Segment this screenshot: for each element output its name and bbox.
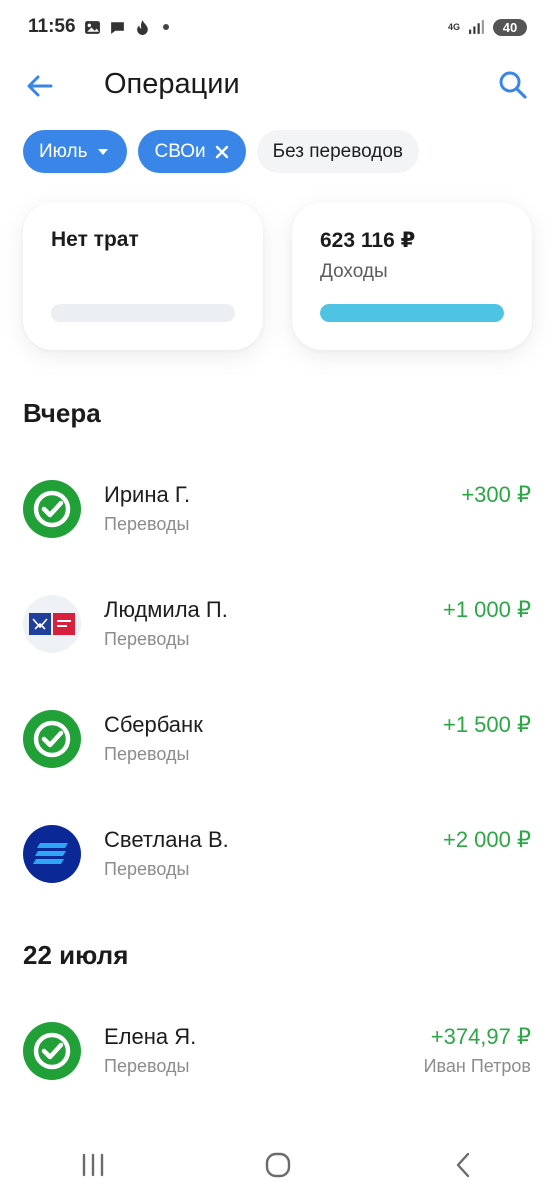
flame-icon bbox=[136, 19, 148, 35]
transaction-amount: +2 000 ₽ bbox=[442, 827, 531, 852]
home-button[interactable] bbox=[254, 1141, 302, 1189]
summary-cards: Нет трат 623 116 ₽ Доходы bbox=[23, 202, 532, 350]
pochta-bank-icon bbox=[23, 595, 81, 653]
transaction-amount: +374,97 ₽ bbox=[430, 1024, 531, 1049]
status-right: 4G 40 bbox=[447, 18, 527, 36]
transaction-name: Светлана В. bbox=[104, 827, 229, 852]
transaction-amount: +300 ₽ bbox=[461, 482, 531, 507]
income-progress-fill bbox=[320, 304, 504, 322]
tag-filter-label: СВОи bbox=[154, 140, 206, 162]
spend-progress-bar bbox=[51, 304, 235, 322]
month-filter-chip[interactable]: Июль bbox=[23, 130, 128, 173]
header: Операции bbox=[0, 56, 555, 116]
transaction-row[interactable]: Сбербанк Переводы +1 500 ₽ bbox=[0, 692, 555, 784]
transaction-category: Переводы bbox=[104, 859, 190, 879]
recent-apps-button[interactable] bbox=[69, 1141, 117, 1189]
network-label: 4G bbox=[447, 21, 460, 32]
transaction-name: Людмила П. bbox=[104, 597, 228, 622]
section-heading: 22 июля bbox=[23, 940, 129, 970]
spend-card-title: Нет трат bbox=[51, 228, 139, 251]
transaction-name: Елена Я. bbox=[104, 1024, 197, 1049]
transaction-category: Переводы bbox=[104, 629, 190, 649]
sber-icon bbox=[23, 710, 81, 768]
income-card[interactable]: 623 116 ₽ Доходы bbox=[292, 202, 532, 350]
transaction-row[interactable]: Светлана В. Переводы +2 000 ₽ bbox=[0, 807, 555, 899]
transaction-name: Сбербанк bbox=[104, 712, 203, 737]
status-left: 11:56 bbox=[28, 16, 169, 38]
sber-icon bbox=[23, 1022, 81, 1080]
tag-filter-chip[interactable]: СВОи bbox=[138, 130, 246, 173]
transaction-category: Переводы bbox=[104, 514, 190, 534]
transfers-filter-chip[interactable]: Без переводов bbox=[256, 130, 420, 173]
signal-icon bbox=[469, 19, 484, 34]
transaction-amount: +1 000 ₽ bbox=[442, 597, 531, 622]
transaction-name: Ирина Г. bbox=[104, 482, 191, 507]
chat-icon bbox=[110, 21, 124, 34]
transaction-category: Переводы bbox=[104, 744, 190, 764]
system-back-button[interactable] bbox=[439, 1141, 487, 1189]
battery-indicator: 40 bbox=[493, 18, 527, 36]
month-filter-label: Июль bbox=[39, 140, 88, 162]
home-icon bbox=[265, 1152, 290, 1178]
transaction-row[interactable]: Елена Я. Переводы +374,97 ₽ Иван Петров bbox=[0, 1004, 555, 1096]
recent-apps-icon bbox=[82, 1153, 103, 1177]
notification-dot-icon bbox=[162, 24, 169, 30]
vtb-icon bbox=[23, 825, 81, 883]
status-bar: 11:56 4G 40 bbox=[0, 0, 555, 54]
close-icon[interactable] bbox=[214, 144, 230, 160]
transaction-row[interactable]: Людмила П. Переводы +1 000 ₽ bbox=[0, 577, 555, 669]
income-label: Доходы bbox=[320, 261, 388, 282]
gallery-icon bbox=[84, 20, 100, 34]
back-arrow-icon[interactable] bbox=[24, 70, 56, 102]
spend-card[interactable]: Нет трат bbox=[23, 202, 263, 350]
sber-icon bbox=[23, 480, 81, 538]
page-title: Операции bbox=[104, 68, 240, 100]
transaction-category: Переводы bbox=[104, 1056, 190, 1076]
transfers-filter-label: Без переводов bbox=[272, 140, 404, 162]
chevron-down-icon bbox=[98, 148, 109, 155]
chevron-left-icon bbox=[456, 1152, 469, 1178]
transaction-row[interactable]: Ирина Г. Переводы +300 ₽ bbox=[0, 462, 555, 554]
transaction-amount: +1 500 ₽ bbox=[442, 712, 531, 737]
status-time: 11:56 bbox=[28, 16, 76, 37]
transaction-note: Иван Петров bbox=[423, 1056, 531, 1076]
section-heading: Вчера bbox=[23, 398, 101, 428]
income-progress-bar bbox=[320, 304, 504, 322]
system-nav-bar bbox=[0, 1130, 555, 1200]
search-icon[interactable] bbox=[497, 69, 529, 101]
filter-chips: Июль СВОи Без переводов bbox=[23, 130, 420, 173]
income-amount: 623 116 ₽ bbox=[320, 229, 416, 252]
